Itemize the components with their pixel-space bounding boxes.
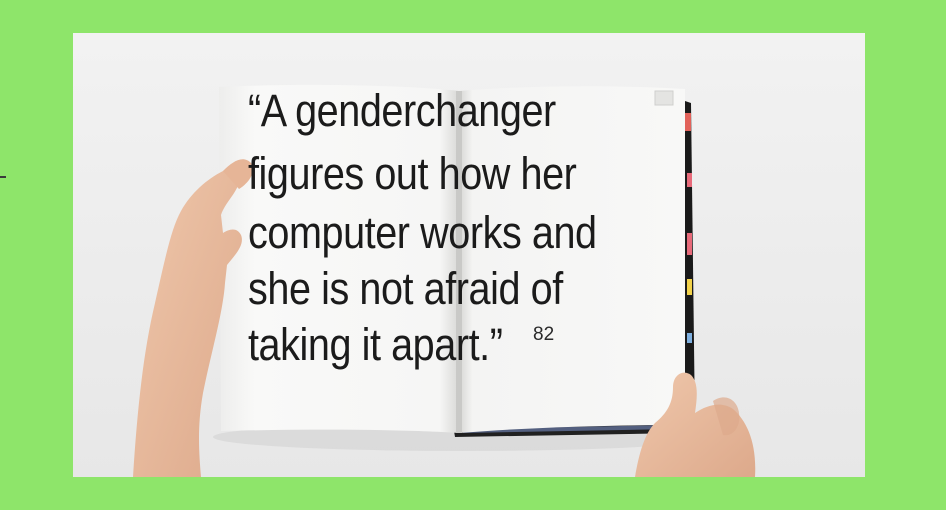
page-tab-pink-2 [687,233,692,255]
quote-line-5: taking it apart.” [248,319,503,370]
edge-mark [0,176,6,178]
quote-line-4: she is not afraid of [248,263,563,314]
corner-tab [654,90,674,106]
quote-line-1: “A genderchanger [248,85,556,136]
left-page [219,84,459,434]
page-tab-red [685,113,691,131]
quote-line-2: figures out how her [248,148,577,199]
page-number: 82 [533,324,555,345]
page-tab-yellow [687,279,692,295]
page-tab-pink [687,173,692,187]
right-page [459,86,685,433]
gutter [456,91,462,433]
quote-line-3: computer works and [248,207,597,258]
photo: “A genderchanger figures out how her com… [73,33,865,477]
page-tab-blue [687,333,692,343]
